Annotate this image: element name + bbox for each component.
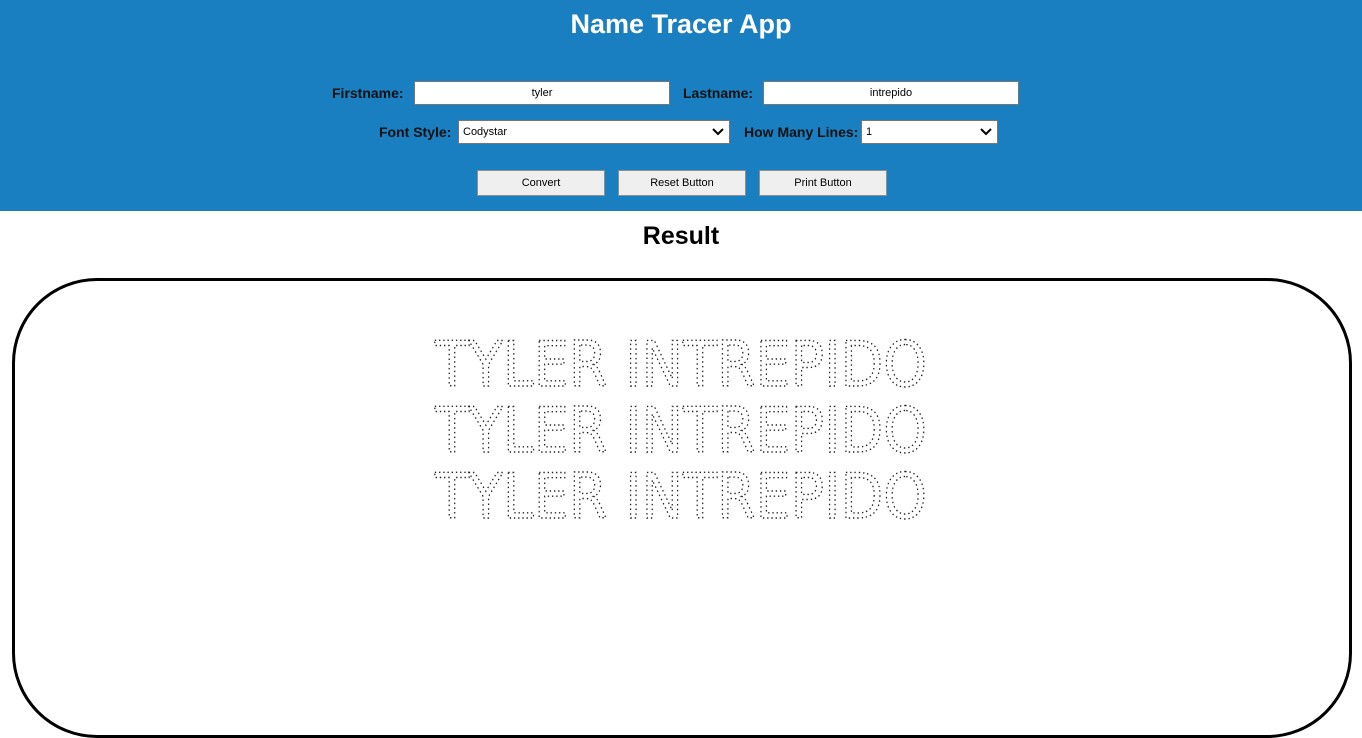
traced-line-2: TYLER INTREPIDO: [434, 394, 927, 467]
traced-line-3: TYLER INTREPIDO: [434, 460, 927, 533]
traced-line-1: TYLER INTREPIDO: [434, 328, 927, 401]
traced-name-lines: TYLER INTREPIDO TYLER INTREPIDO TYLER IN…: [433, 327, 927, 533]
